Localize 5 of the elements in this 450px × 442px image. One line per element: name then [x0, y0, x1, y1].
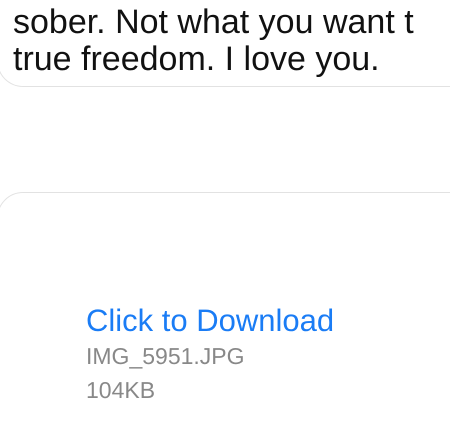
file-size: 104KB [86, 376, 156, 405]
message-text: true freedom. I love you. [13, 41, 381, 78]
download-link[interactable]: Click to Download [86, 303, 334, 339]
message-text: sober. Not what you want t [13, 4, 415, 41]
file-name: IMG_5951.JPG [86, 342, 245, 371]
